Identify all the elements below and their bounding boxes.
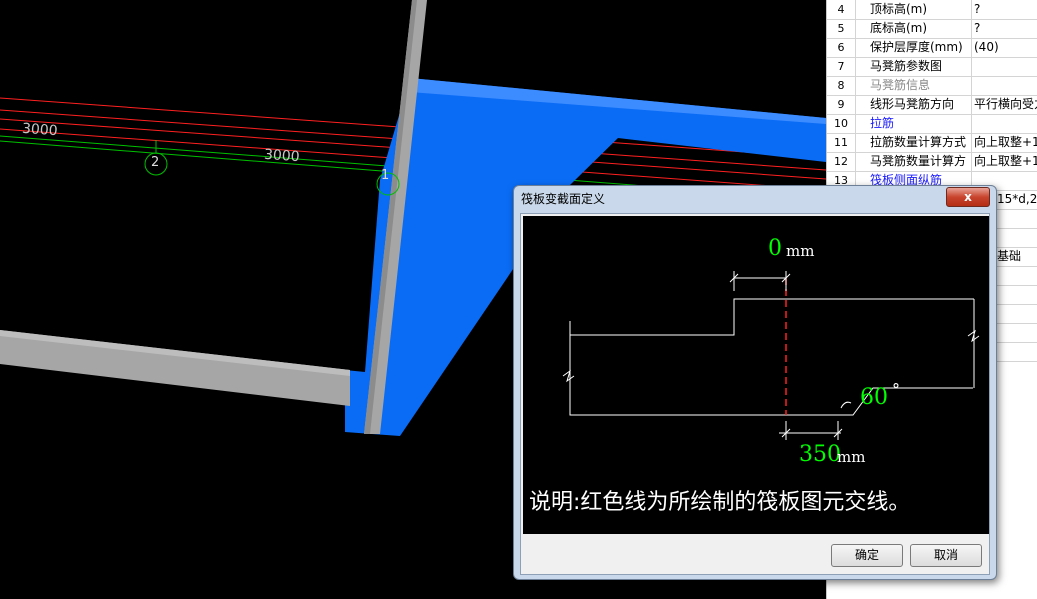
prop-num: 9 bbox=[827, 95, 856, 114]
prop-value[interactable]: ? bbox=[971, 19, 1037, 38]
prop-value[interactable]: 向上取整+1 bbox=[971, 152, 1037, 171]
prop-num: 6 bbox=[827, 38, 856, 57]
angle-unit: ° bbox=[892, 380, 900, 399]
prop-name: 马凳筋信息 bbox=[870, 78, 931, 92]
top-dim-value: 0 bbox=[768, 236, 782, 261]
prop-row[interactable]: 7 马凳筋参数图 bbox=[827, 57, 1037, 77]
prop-value[interactable] bbox=[971, 76, 1037, 95]
prop-name: 底标高(m) bbox=[870, 21, 928, 35]
prop-row[interactable]: 8 马凳筋信息 bbox=[827, 76, 1037, 96]
axis-bubble-1-label: 1 bbox=[381, 168, 390, 183]
prop-row[interactable]: 11 拉筋数量计算方式 向上取整+1 bbox=[827, 133, 1037, 153]
prop-row[interactable]: 12 马凳筋数量计算方 向上取整+1 bbox=[827, 152, 1037, 172]
close-button[interactable]: x bbox=[946, 187, 990, 207]
prop-value[interactable]: 平行横向受力 bbox=[971, 95, 1037, 114]
prop-num: 8 bbox=[827, 76, 856, 95]
prop-row[interactable]: 9 线形马凳筋方向 平行横向受力 bbox=[827, 95, 1037, 115]
cancel-button[interactable]: 取消 bbox=[910, 544, 982, 567]
prop-value[interactable] bbox=[971, 114, 1037, 133]
prop-value[interactable]: 基础 bbox=[995, 247, 1037, 266]
prop-row[interactable]: 6 保护层厚度(mm) (40) bbox=[827, 38, 1037, 58]
angle-value: 60 bbox=[860, 385, 888, 410]
dialog-title: 筏板变截面定义 bbox=[521, 192, 606, 206]
bottom-dim-value: 350 bbox=[799, 442, 841, 467]
dialog-client: 0 mm 350 mm 60 ° 说明:红色线为所绘制的筏板图元交线。 确定 取… bbox=[520, 213, 990, 575]
axis-bubble-2-label: 2 bbox=[151, 155, 160, 170]
dim-label-left: 3000 bbox=[21, 120, 59, 140]
prop-num: 12 bbox=[827, 152, 856, 171]
prop-num: 7 bbox=[827, 57, 856, 76]
prop-name: 拉筋 bbox=[870, 116, 895, 130]
prop-name: 马凳筋数量计算方 bbox=[870, 154, 967, 168]
prop-row[interactable]: 10 拉筋 bbox=[827, 114, 1037, 134]
prop-name: 线形马凳筋方向 bbox=[870, 97, 955, 111]
prop-name: 保护层厚度(mm) bbox=[870, 40, 963, 54]
ok-button[interactable]: 确定 bbox=[831, 544, 903, 567]
prop-row[interactable]: 4 顶标高(m)? bbox=[827, 0, 1037, 20]
dim-label-mid: 3000 bbox=[263, 146, 301, 166]
prop-row[interactable]: 5 底标高(m)? bbox=[827, 19, 1037, 39]
prop-num: 10 bbox=[827, 114, 856, 133]
prop-num: 11 bbox=[827, 133, 856, 152]
prop-num: 4 bbox=[827, 0, 856, 19]
dialog-note: 说明:红色线为所绘制的筏板图元交线。 bbox=[529, 490, 911, 515]
prop-value[interactable]: 15*d,20 bbox=[995, 190, 1037, 209]
prop-value[interactable] bbox=[971, 57, 1037, 76]
section-diagram: 0 mm 350 mm 60 ° 说明:红色线为所绘制的筏板图元交线。 bbox=[523, 216, 989, 534]
prop-value[interactable]: (40) bbox=[971, 38, 1037, 57]
top-dim-unit: mm bbox=[786, 242, 815, 260]
prop-name: 拉筋数量计算方式 bbox=[870, 135, 967, 149]
raft-section-dialog[interactable]: 筏板变截面定义 x 0 mm 350 mm 60 ° 说明:红色线为所绘制的筏板… bbox=[513, 185, 997, 580]
prop-num: 5 bbox=[827, 19, 856, 38]
prop-value[interactable]: 向上取整+1 bbox=[971, 133, 1037, 152]
prop-value[interactable]: ? bbox=[971, 0, 1037, 19]
prop-name: 顶标高(m) bbox=[870, 2, 928, 16]
prop-name: 马凳筋参数图 bbox=[870, 59, 943, 73]
bottom-dim-unit: mm bbox=[837, 448, 866, 466]
